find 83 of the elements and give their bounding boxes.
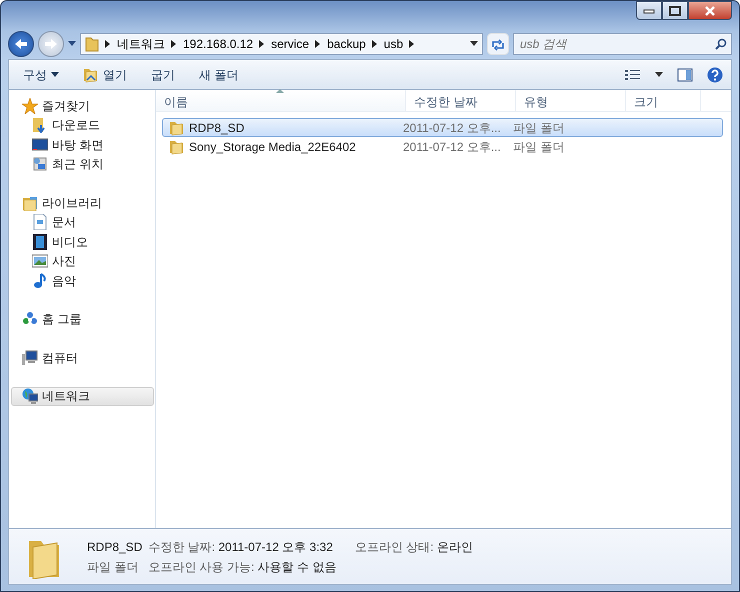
view-options-icon[interactable]: [625, 68, 641, 80]
folder-icon: [169, 138, 185, 154]
sidebar-item[interactable]: 최근 위치: [11, 154, 154, 174]
maximize-button[interactable]: [662, 1, 688, 20]
sort-arrow-icon: [276, 89, 284, 94]
address-bar[interactable]: 네트워크 192.168.0.12 service backup usb: [80, 33, 483, 55]
breadcrumb-link[interactable]: service: [271, 35, 310, 53]
minimize-button[interactable]: [636, 1, 662, 20]
back-arrow-icon: [14, 38, 28, 50]
refresh-button[interactable]: [487, 33, 509, 55]
file-row[interactable]: Sony_Storage Media_22E6402 2011-07-12 오후... 파일 폴더: [162, 137, 723, 156]
property-label: 오프라인 상태:: [354, 540, 434, 554]
chevron-icon: [105, 40, 111, 48]
folder-icon: [83, 66, 99, 82]
property-label: 오프라인 사용 가능:: [148, 560, 254, 574]
property-value: 온라인: [436, 540, 473, 554]
item-name: RDP8_SD: [87, 538, 142, 556]
close-icon: [704, 6, 716, 16]
search-icon: [715, 38, 727, 50]
file-name: Sony_Storage Media_22E6402: [189, 138, 356, 156]
table-cell-text: 파일 폴더: [513, 138, 566, 156]
star-icon: [22, 98, 38, 114]
document-icon: [32, 214, 48, 230]
music-note-icon: [32, 272, 48, 289]
forward-arrow-icon: [44, 38, 58, 50]
sidebar-item[interactable]: 음악: [11, 271, 154, 290]
library-folder-icon: [22, 194, 38, 211]
chevron-icon: [259, 40, 266, 48]
sidebar-item[interactable]: 컴퓨터: [11, 348, 154, 368]
column-header[interactable]: 크기: [626, 90, 701, 111]
chevron-icon: [171, 40, 177, 48]
back-button[interactable]: [8, 31, 34, 57]
folder-icon: [85, 36, 99, 52]
property-label: 수정한 날짜:: [148, 540, 216, 554]
chevron-icon: [315, 40, 322, 48]
sidebar-item[interactable]: 문서: [11, 212, 154, 232]
breadcrumb-link[interactable]: backup: [327, 35, 366, 53]
film-icon: [32, 234, 48, 250]
table-cell-text: 파일 폴더: [513, 120, 566, 136]
sidebar-item[interactable]: 라이브러리: [11, 193, 154, 212]
sidebar-item[interactable]: 다운로드: [11, 116, 154, 135]
computer-icon: [22, 350, 38, 366]
history-dropdown-icon[interactable]: [68, 41, 76, 47]
image-icon: [32, 253, 48, 270]
preview-pane-icon[interactable]: [677, 68, 693, 82]
column-header[interactable]: 이름: [156, 90, 406, 111]
table-cell-text: 2011-07-12 오후...: [403, 120, 502, 136]
chevron-icon: [409, 40, 416, 48]
toolbar-button[interactable]: 굽기: [145, 64, 181, 86]
column-header[interactable]: 수정한 날짜: [406, 90, 516, 111]
maximize-icon: [669, 6, 681, 16]
toolbar-button[interactable]: 새 폴더: [193, 64, 244, 86]
sidebar-item[interactable]: 즐겨찾기: [11, 96, 154, 116]
table-cell-text: 2011-07-12 오후...: [403, 138, 502, 156]
property-value: 2011-07-12 오후 3:32: [218, 540, 333, 554]
file-row[interactable]: RDP8_SD 2011-07-12 오후... 파일 폴더: [162, 118, 723, 137]
item-type: 파일 폴더: [87, 558, 140, 576]
folder-icon: [169, 120, 185, 136]
close-button[interactable]: [688, 1, 732, 20]
dropdown-icon[interactable]: [470, 41, 478, 47]
chevron-icon: [372, 40, 378, 48]
breadcrumb-link[interactable]: usb: [384, 35, 404, 53]
sidebar-item[interactable]: 바탕 화면: [11, 135, 154, 154]
open-button[interactable]: 열기: [77, 64, 133, 86]
search-field[interactable]: usb 검색: [513, 33, 732, 55]
property-value: 사용할 수 없음: [258, 560, 336, 574]
refresh-icon: [491, 38, 505, 51]
sidebar-item[interactable]: 네트워크: [11, 386, 154, 406]
sidebar-item[interactable]: 사진: [11, 252, 154, 271]
help-icon[interactable]: [707, 66, 723, 82]
dropdown-icon[interactable]: [655, 72, 663, 78]
network-icon: [22, 388, 38, 404]
breadcrumb-link[interactable]: 네트워크: [117, 35, 165, 53]
organize-button[interactable]: 구성: [17, 64, 65, 86]
breadcrumb-link[interactable]: 192.168.0.12: [183, 35, 254, 53]
caret-icon: [51, 72, 59, 78]
column-header[interactable]: 유형: [516, 90, 626, 111]
file-name: RDP8_SD: [189, 120, 244, 136]
sidebar-item[interactable]: 비디오: [11, 232, 154, 252]
desktop-icon: [32, 136, 48, 153]
sidebar-item[interactable]: 홈 그룹: [11, 310, 154, 329]
recent-places-icon: [32, 156, 48, 172]
minimize-icon: [643, 8, 655, 14]
